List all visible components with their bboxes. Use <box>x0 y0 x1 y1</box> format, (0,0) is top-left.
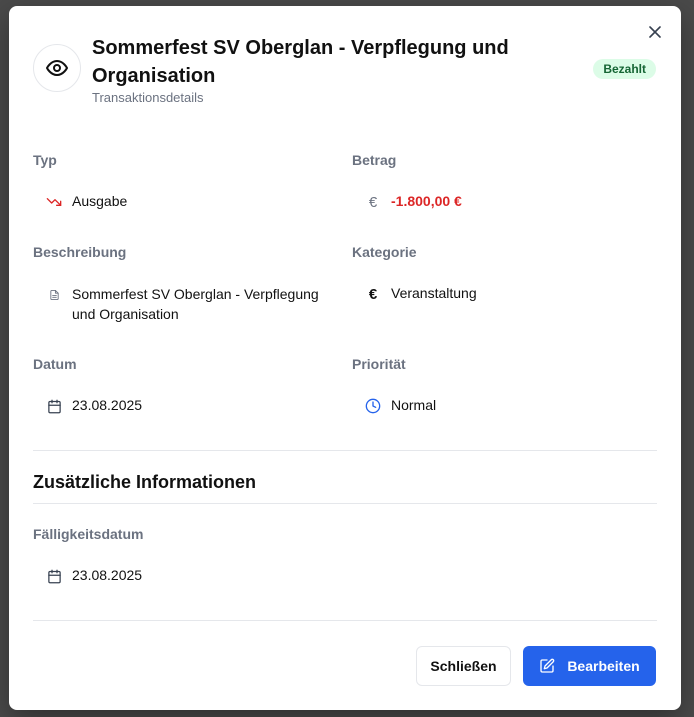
edit-button-label: Bearbeiten <box>567 658 640 674</box>
prioritaet-value: Normal <box>365 397 436 414</box>
euro-icon: € <box>368 285 378 303</box>
datum-label: Datum <box>33 356 77 372</box>
modal-subtitle: Transaktionsdetails <box>92 90 204 105</box>
eye-icon <box>33 44 81 92</box>
beschreibung-label: Beschreibung <box>33 244 127 260</box>
close-button[interactable]: Schließen <box>416 646 511 686</box>
calendar-icon <box>46 568 62 584</box>
edit-button[interactable]: Bearbeiten <box>523 646 656 686</box>
faelligkeitsdatum-value: 23.08.2025 <box>46 567 142 584</box>
betrag-value: € -1.800,00 € <box>365 193 462 211</box>
typ-label: Typ <box>33 152 57 168</box>
betrag-label: Betrag <box>352 152 397 168</box>
beschreibung-text: Sommerfest SV Oberglan - Verpflegung und… <box>72 286 319 322</box>
kategorie-label: Kategorie <box>352 244 417 260</box>
divider <box>33 450 657 451</box>
calendar-icon <box>46 398 62 414</box>
divider <box>33 503 657 504</box>
modal-header: Sommerfest SV Oberglan - Verpflegung und… <box>33 34 657 114</box>
kategorie-text: Veranstaltung <box>391 285 477 301</box>
transaction-details-modal: Sommerfest SV Oberglan - Verpflegung und… <box>9 6 681 710</box>
typ-value: Ausgabe <box>46 193 127 210</box>
status-badge: Bezahlt <box>593 59 656 79</box>
typ-text: Ausgabe <box>72 193 128 209</box>
modal-title: Sommerfest SV Oberglan - Verpflegung und… <box>92 37 509 87</box>
faelligkeitsdatum-text: 23.08.2025 <box>72 567 143 583</box>
datum-value: 23.08.2025 <box>46 397 142 414</box>
edit-icon <box>539 658 555 674</box>
kategorie-value: € Veranstaltung <box>365 285 477 303</box>
clock-icon <box>365 398 381 414</box>
euro-icon: € <box>368 193 378 211</box>
amount-text: -1.800,00 € <box>391 193 462 209</box>
section-title: Zusätzliche Informationen <box>33 472 257 492</box>
prioritaet-text: Normal <box>391 397 437 413</box>
beschreibung-value: Sommerfest SV Oberglan - Verpflegung und… <box>46 284 332 324</box>
trending-down-icon <box>46 194 62 210</box>
prioritaet-label: Priorität <box>352 356 406 372</box>
divider <box>33 620 657 621</box>
close-button-label: Schließen <box>430 658 497 674</box>
faelligkeitsdatum-label: Fälligkeitsdatum <box>33 526 144 542</box>
datum-text: 23.08.2025 <box>72 397 143 413</box>
file-text-icon <box>46 287 62 303</box>
